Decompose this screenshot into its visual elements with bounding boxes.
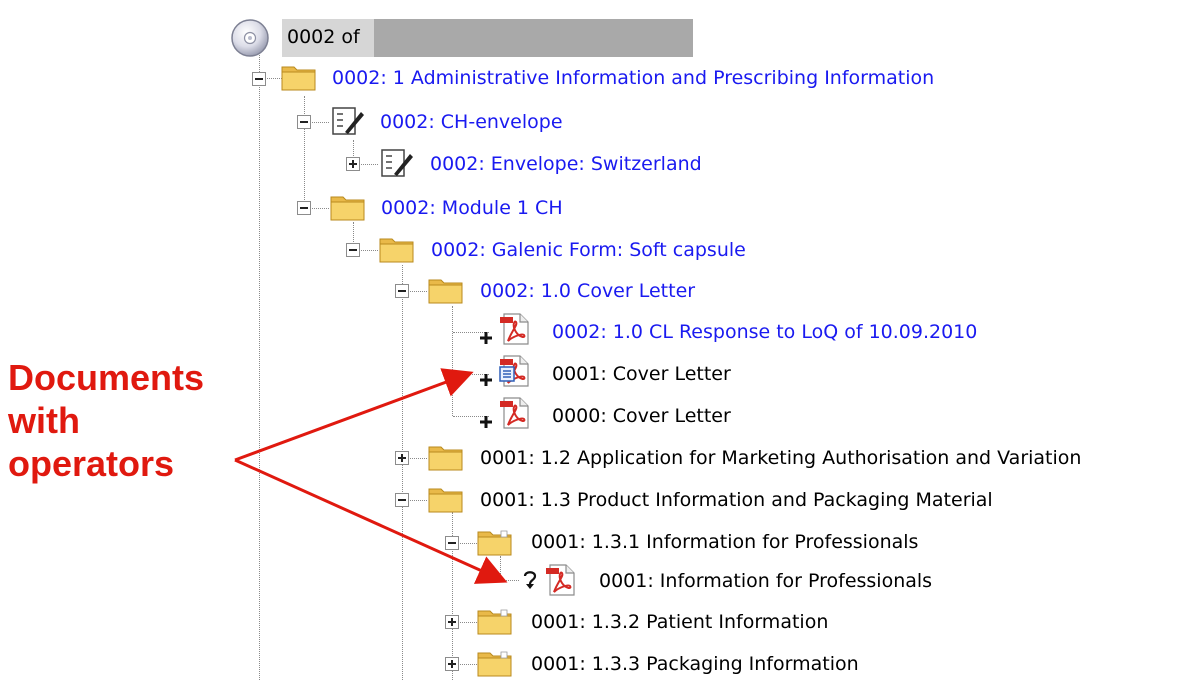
arrow-to-cover-letter <box>234 368 474 462</box>
callout-arrows <box>234 368 508 584</box>
arrow-to-information-for-professionals <box>234 458 508 584</box>
